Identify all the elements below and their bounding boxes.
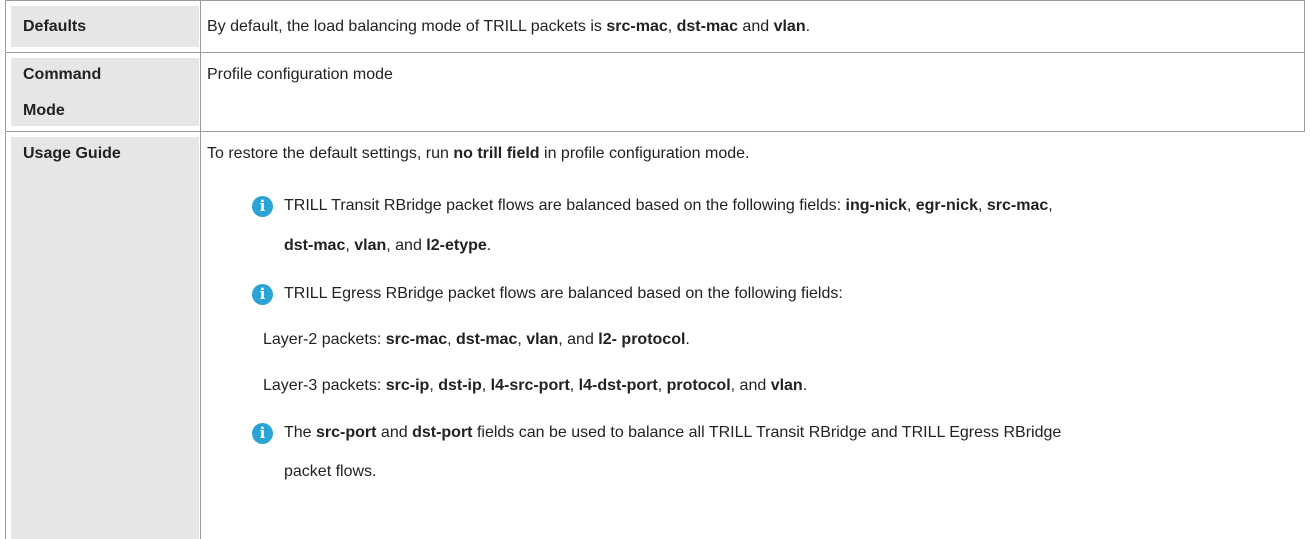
defaults-label: Defaults [23, 18, 87, 35]
note2-layer2: Layer-2 packets: src-mac, dst-mac, vlan,… [263, 331, 690, 348]
command-mode-label-line2: Mode [23, 102, 65, 119]
defaults-text: By default, the load balancing mode of T… [207, 18, 811, 35]
command-mode-label-line1: Command [23, 66, 102, 83]
note3-line1: The src-port and dst-port fields can be … [284, 424, 1062, 441]
info-icon: i [252, 423, 273, 444]
note2-layer3: Layer-3 packets: src-ip, dst-ip, l4-src-… [263, 377, 808, 394]
note1-line2: dst-mac, vlan, and l2-etype. [284, 237, 492, 254]
usage-guide-intro: To restore the default settings, run no … [207, 145, 750, 162]
note2-text: TRILL Egress RBridge packet flows are ba… [284, 285, 843, 302]
note3-line2: packet flows. [284, 463, 377, 480]
usage-guide-label: Usage Guide [23, 145, 121, 162]
info-icon: i [252, 284, 273, 305]
note1-line1: TRILL Transit RBridge packet flows are b… [284, 197, 1053, 214]
info-icon: i [252, 196, 273, 217]
command-mode-text: Profile configuration mode [207, 66, 393, 83]
